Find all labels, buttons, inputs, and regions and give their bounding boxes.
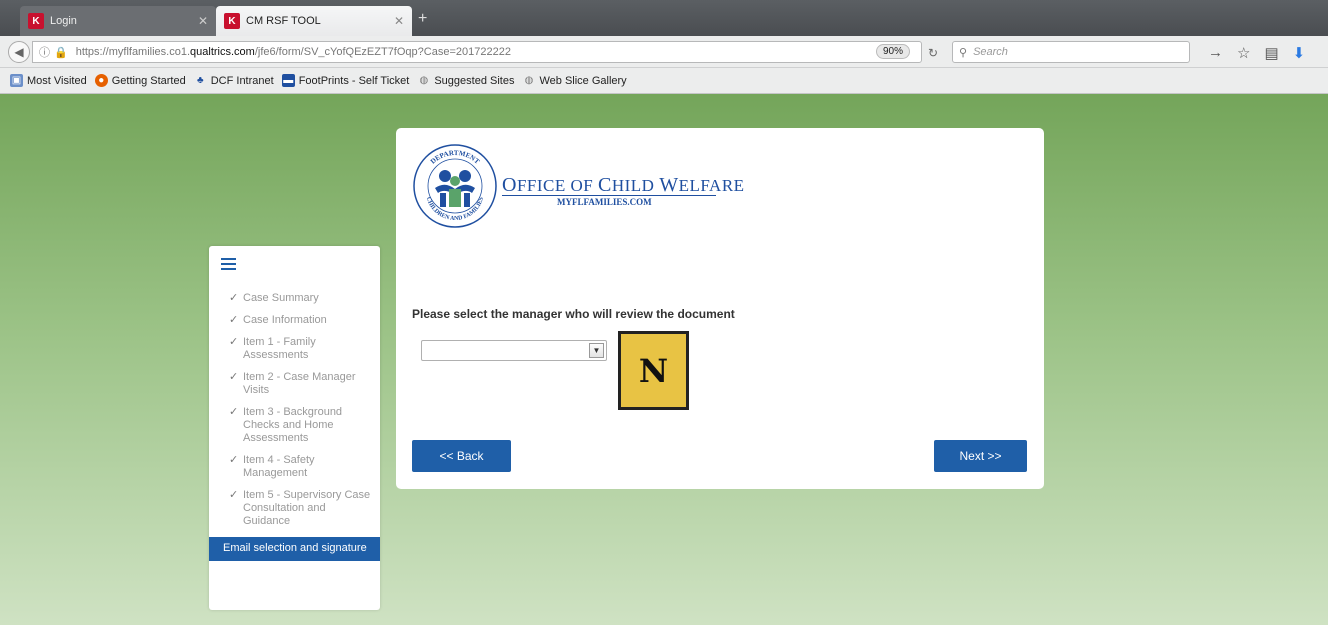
- checkmark-icon: ✓: [229, 314, 239, 326]
- browser-back-icon[interactable]: ◀: [8, 41, 30, 63]
- checkmark-icon: ✓: [229, 454, 239, 466]
- bookmark-web-slice[interactable]: ◍ Web Slice Gallery: [522, 74, 627, 87]
- bookmark-label: Most Visited: [27, 74, 87, 87]
- dcf-icon: ♣: [196, 75, 204, 86]
- url-prefix: https://myflfamilies.co1.: [75, 46, 191, 58]
- n-badge-icon: N: [618, 331, 689, 410]
- question-text: Please select the manager who will revie…: [412, 307, 735, 321]
- tab-title: CM RSF TOOL: [246, 15, 321, 27]
- bookmark-folder-icon: ▣: [10, 74, 23, 87]
- survey-card: DEPARTMENT CHILDREN AND FAMILIES OFFICE …: [396, 128, 1044, 489]
- bookmark-star-icon[interactable]: ☆: [1237, 44, 1250, 62]
- close-tab-icon[interactable]: ✕: [394, 14, 404, 28]
- tab-title: Login: [50, 15, 77, 27]
- toc-item-3[interactable]: ✓ Item 3 - Background Checks and Home Ass…: [209, 406, 380, 445]
- info-icon[interactable]: ⓘ: [39, 44, 50, 60]
- bookmark-footprints[interactable]: ▬ FootPrints - Self Ticket: [281, 74, 410, 87]
- tab-cm-rsf-tool[interactable]: K CM RSF TOOL ✕: [216, 6, 412, 36]
- address-bar[interactable]: ⓘ 🔒 https://myflfamilies.co1. qualtrics.c…: [32, 41, 922, 63]
- bookmark-getting-started[interactable]: ● Getting Started: [94, 74, 186, 87]
- globe-icon: ◍: [524, 75, 534, 86]
- office-title: OFFICE OF CHILD WELFARE: [502, 174, 745, 196]
- bookmark-suggested-sites[interactable]: ◍ Suggested Sites: [417, 74, 514, 87]
- bookmarks-bar: ▣ Most Visited ● Getting Started ♣ DCF I…: [0, 68, 1328, 94]
- chevron-down-icon[interactable]: ▼: [589, 343, 604, 358]
- browser-navbar: ◀ ⓘ 🔒 https://myflfamilies.co1. qualtrics…: [0, 36, 1328, 68]
- browser-tabstrip: K Login ✕ K CM RSF TOOL ✕ +: [0, 0, 1328, 36]
- firefox-icon: ●: [94, 74, 108, 87]
- office-subtitle: MYFLFAMILIES.COM: [557, 197, 652, 207]
- footprints-icon: ▬: [281, 74, 295, 87]
- bookmark-label: DCF Intranet: [210, 74, 274, 87]
- dcf-seal-logo: DEPARTMENT CHILDREN AND FAMILIES: [413, 144, 497, 228]
- bookmark-most-visited[interactable]: ▣ Most Visited: [10, 74, 87, 87]
- bookmark-dcf-intranet[interactable]: ♣ DCF Intranet: [194, 74, 274, 87]
- bookmark-label: Web Slice Gallery: [539, 74, 627, 87]
- title-underline: [502, 195, 716, 196]
- toc-item-email-signature[interactable]: Email selection and signature: [209, 537, 380, 561]
- url-path: /jfe6/form/SV_cYofQEzEZT7fOqp?Case=20172…: [254, 46, 511, 58]
- checkmark-icon: ✓: [229, 406, 239, 418]
- checkmark-icon: ✓: [229, 336, 239, 348]
- url-domain: qualtrics.com: [190, 46, 255, 58]
- search-input[interactable]: ⚲ Search: [952, 41, 1190, 63]
- next-button[interactable]: Next >>: [934, 440, 1027, 472]
- bookmark-label: FootPrints - Self Ticket: [298, 74, 410, 87]
- reload-icon[interactable]: ↻: [928, 46, 938, 60]
- toc-item-5[interactable]: ✓ Item 5 - Supervisory Case Consultation …: [209, 489, 380, 528]
- tab-login[interactable]: K Login ✕: [20, 6, 216, 36]
- qualtrics-favicon-icon: K: [224, 13, 240, 29]
- checkmark-icon: ✓: [229, 371, 239, 383]
- checkmark-icon: ✓: [229, 489, 239, 501]
- checkmark-icon: ✓: [229, 292, 239, 304]
- download-icon[interactable]: ⬇: [1293, 44, 1306, 62]
- toc-item-1[interactable]: ✓ Item 1 - Family Assessments: [209, 336, 380, 362]
- lock-icon[interactable]: 🔒: [54, 46, 68, 59]
- new-tab-icon[interactable]: +: [418, 10, 427, 28]
- bookmark-label: Suggested Sites: [434, 74, 515, 87]
- toc-list: ✓ Case Summary ✓ Case Information ✓ Item 1 …: [209, 292, 380, 570]
- close-tab-icon[interactable]: ✕: [198, 14, 208, 28]
- manager-select[interactable]: ▼: [421, 340, 607, 361]
- toc-item-case-information[interactable]: ✓ Case Information: [209, 314, 380, 327]
- toc-item-4[interactable]: ✓ Item 4 - Safety Management: [209, 454, 380, 480]
- bookmark-label: Getting Started: [111, 74, 186, 87]
- page-background: ✓ Case Summary ✓ Case Information ✓ Item 1 …: [0, 94, 1328, 625]
- zoom-indicator[interactable]: 90%: [876, 44, 911, 59]
- toc-item-2[interactable]: ✓ Item 2 - Case Manager Visits: [209, 371, 380, 397]
- clipboard-icon[interactable]: ▤: [1264, 44, 1278, 62]
- forward-arrow-icon[interactable]: →: [1208, 44, 1223, 62]
- search-icon: ⚲: [959, 46, 968, 59]
- toc-sidebar: ✓ Case Summary ✓ Case Information ✓ Item 1 …: [209, 246, 380, 610]
- globe-icon: ◍: [419, 75, 429, 86]
- menu-icon[interactable]: [221, 258, 236, 270]
- back-button[interactable]: << Back: [412, 440, 511, 472]
- search-placeholder: Search: [973, 46, 1008, 58]
- toolbar-icons: → ☆ ▤ ⬇: [1208, 44, 1305, 62]
- qualtrics-favicon-icon: K: [28, 13, 44, 29]
- toc-item-case-summary[interactable]: ✓ Case Summary: [209, 292, 380, 305]
